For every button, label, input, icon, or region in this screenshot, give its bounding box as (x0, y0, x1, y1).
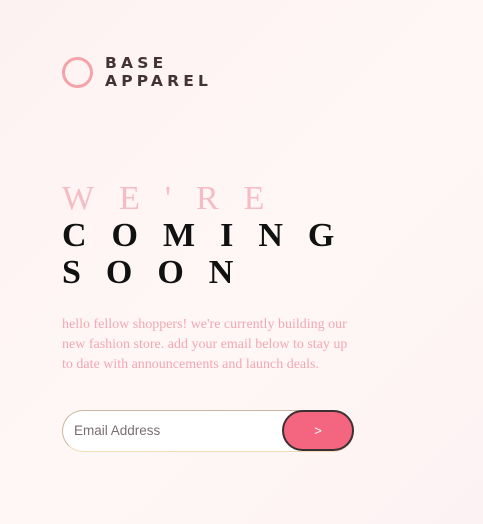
email-signup-form: > (62, 410, 354, 452)
logo: BASE APPAREL (62, 54, 212, 90)
submit-button[interactable]: > (282, 410, 354, 451)
logo-ring-icon (62, 56, 93, 88)
email-field[interactable] (74, 411, 274, 450)
page-headline: WE'RE COMING SOON (62, 180, 359, 291)
description-text: hello fellow shoppers! we're currently b… (62, 317, 348, 372)
headline-line-3: SOON (62, 254, 259, 291)
brand-name: BASE APPAREL (105, 54, 212, 90)
headline-line-2: COMING (62, 217, 360, 254)
brand-line-2: APPAREL (105, 72, 213, 90)
headline-line-1: WE'RE (62, 180, 290, 217)
brand-line-1: BASE (105, 54, 168, 72)
